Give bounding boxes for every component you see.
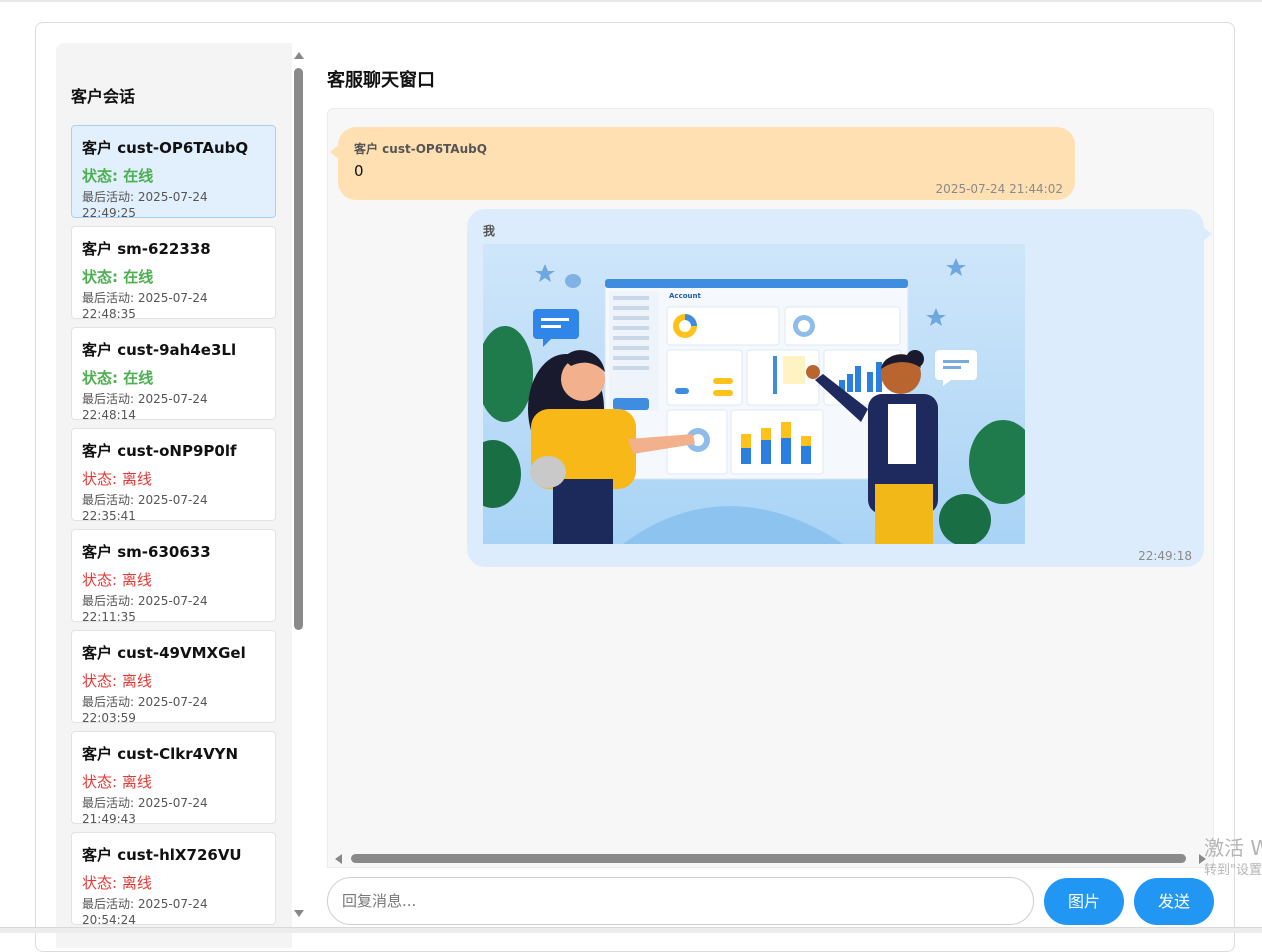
- session-name: 客户 cust-49VMXGel: [82, 644, 246, 662]
- session-card-active[interactable]: 客户 cust-OP6TAubQ 状态: 在线 最后活动: 2025-07-24…: [71, 125, 276, 220]
- session-name: 客户 sm-622338: [82, 240, 211, 258]
- dashboard-illustration: Account: [483, 244, 1025, 544]
- scrollbar-thumb[interactable]: [351, 854, 1186, 863]
- session-last-active: 最后活动: 2025-07-24 22:11:35: [82, 594, 208, 624]
- session-status: 状态: 在线: [82, 167, 154, 185]
- session-status: 状态: 离线: [82, 874, 152, 892]
- watermark-line2: 转到"设置: [1204, 863, 1262, 878]
- session-last-active: 最后活动: 2025-07-24 20:54:24: [82, 897, 208, 927]
- session-name: 客户 cust-oNP9P0lf: [82, 442, 237, 460]
- session-last-active: 最后活动: 2025-07-24 22:48:35: [82, 291, 208, 321]
- scroll-left-arrow-icon[interactable]: [335, 854, 342, 864]
- session-name: 客户 sm-630633: [82, 543, 211, 561]
- session-card[interactable]: 客户 cust-49VMXGel 状态: 离线 最后活动: 2025-07-24…: [71, 630, 276, 725]
- activation-watermark: 激活 W 转到"设置: [1204, 836, 1262, 880]
- chat-title: 客服聊天窗口: [327, 70, 435, 91]
- message-sender: 我: [483, 224, 496, 238]
- image-button[interactable]: 图片: [1044, 878, 1124, 925]
- session-last-active: 最后活动: 2025-07-24 22:03:59: [82, 695, 208, 725]
- outgoing-message: 我 Account 22:49:18: [467, 209, 1212, 567]
- session-sidebar[interactable]: 客户会话 客户 cust-OP6TAubQ 状态: 在线 最后活动: 2025-…: [56, 43, 292, 948]
- session-last-active: 最后活动: 2025-07-24 21:49:43: [82, 796, 208, 826]
- app-container: 客户会话 客户 cust-OP6TAubQ 状态: 在线 最后活动: 2025-…: [35, 22, 1235, 952]
- scroll-down-arrow-icon[interactable]: [294, 910, 304, 917]
- bottom-border: [0, 927, 1262, 933]
- session-last-active: 最后活动: 2025-07-24 22:48:14: [82, 392, 208, 422]
- session-last-active: 最后活动: 2025-07-24 22:49:25: [82, 190, 208, 220]
- illustration-brand-text: Account: [669, 292, 701, 300]
- session-name: 客户 cust-OP6TAubQ: [82, 139, 249, 157]
- message-image[interactable]: Account: [483, 244, 1025, 544]
- session-card[interactable]: 客户 cust-oNP9P0lf 状态: 离线 最后活动: 2025-07-24…: [71, 428, 276, 523]
- session-status: 状态: 离线: [82, 672, 152, 690]
- message-text: 0: [354, 162, 364, 180]
- session-status: 状态: 在线: [82, 369, 154, 387]
- session-card[interactable]: 客户 cust-9ah4e3Ll 状态: 在线 最后活动: 2025-07-24…: [71, 327, 276, 422]
- session-status: 状态: 离线: [82, 571, 152, 589]
- chat-messages-area[interactable]: 客户 cust-OP6TAubQ 0 2025-07-24 21:44:02 我: [327, 108, 1214, 868]
- session-name: 客户 cust-Clkr4VYN: [82, 745, 239, 763]
- session-status: 状态: 离线: [82, 773, 152, 791]
- reply-input[interactable]: [327, 877, 1034, 925]
- scroll-up-arrow-icon[interactable]: [294, 52, 304, 59]
- message-time: 22:49:18: [1138, 549, 1192, 563]
- scrollbar-thumb[interactable]: [294, 68, 303, 630]
- session-name: 客户 cust-hlX726VU: [82, 846, 242, 864]
- session-card[interactable]: 客户 sm-630633 状态: 离线 最后活动: 2025-07-24 22:…: [71, 529, 276, 624]
- session-card[interactable]: 客户 cust-hlX726VU 状态: 离线 最后活动: 2025-07-24…: [71, 832, 276, 927]
- top-border: [0, 0, 1262, 2]
- session-status: 状态: 离线: [82, 470, 152, 488]
- sidebar-title: 客户会话: [71, 87, 136, 106]
- chat-horizontal-scrollbar[interactable]: [333, 853, 1208, 865]
- session-card[interactable]: 客户 cust-Clkr4VYN 状态: 离线 最后活动: 2025-07-24…: [71, 731, 276, 826]
- session-status: 状态: 在线: [82, 268, 154, 286]
- incoming-message: 客户 cust-OP6TAubQ 0 2025-07-24 21:44:02: [330, 127, 1075, 200]
- message-time: 2025-07-24 21:44:02: [935, 182, 1063, 196]
- send-button[interactable]: 发送: [1134, 878, 1214, 925]
- session-name: 客户 cust-9ah4e3Ll: [82, 341, 237, 359]
- sidebar-scrollbar[interactable]: [293, 48, 305, 948]
- session-last-active: 最后活动: 2025-07-24 22:35:41: [82, 493, 208, 523]
- watermark-line1: 激活 W: [1204, 836, 1262, 860]
- session-card[interactable]: 客户 sm-622338 状态: 在线 最后活动: 2025-07-24 22:…: [71, 226, 276, 321]
- message-sender: 客户 cust-OP6TAubQ: [354, 142, 487, 156]
